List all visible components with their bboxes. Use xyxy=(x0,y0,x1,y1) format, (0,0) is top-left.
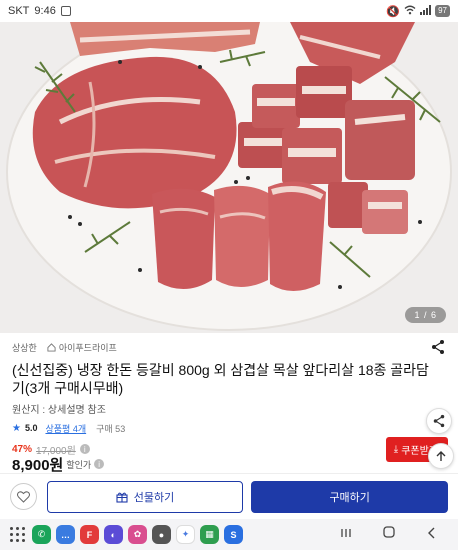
recents-icon[interactable] xyxy=(340,526,352,544)
camera-app-icon[interactable]: ● xyxy=(152,525,171,544)
rating-value: 5.0 xyxy=(24,423,38,433)
mute-icon: 🔇 xyxy=(386,5,401,18)
gallery-app-icon[interactable]: ✿ xyxy=(128,525,147,544)
system-buttons xyxy=(340,525,438,544)
scroll-top-button[interactable] xyxy=(428,443,454,469)
app-dock: ✆ … F ◐ ✿ ● ✦ ▦ S xyxy=(8,525,243,544)
flipboard-app-icon[interactable]: F xyxy=(80,525,99,544)
wifi-icon xyxy=(404,5,416,18)
product-title: (신선집중) 냉장 한돈 등갈비 800g 외 삼겹살 목살 앞다리살 18종 … xyxy=(12,362,429,396)
status-bar: SKT 9:46 🔇 97 xyxy=(0,0,458,22)
browser-app-icon[interactable]: ◐ xyxy=(104,525,123,544)
wishlist-button[interactable] xyxy=(10,483,37,510)
floating-share-button[interactable] xyxy=(426,408,452,434)
arrow-up-icon xyxy=(436,451,446,461)
star-icon: ★ xyxy=(12,422,21,434)
system-nav-bar: ✆ … F ◐ ✿ ● ✦ ▦ S xyxy=(0,519,458,550)
gift-icon xyxy=(116,492,128,503)
gift-label: 선물하기 xyxy=(133,491,175,504)
store-name: 아이푸드라이프 xyxy=(58,342,117,353)
price-note: 할인가 xyxy=(66,459,92,470)
messages-app-icon[interactable]: … xyxy=(56,525,75,544)
gift-button[interactable]: 선물하기 xyxy=(46,480,244,513)
product-image[interactable]: 1 / 6 xyxy=(0,22,458,333)
purchase-action-bar: 선물하기 구매하기 xyxy=(0,473,458,519)
brand-row: 상상한 아이푸드라이프 xyxy=(12,333,446,361)
image-pager: 1 / 6 xyxy=(405,307,446,323)
signal-icon xyxy=(420,4,432,18)
phone-app-icon[interactable]: ✆ xyxy=(32,525,51,544)
heart-icon xyxy=(16,490,30,503)
carrier-label: SKT xyxy=(8,5,30,17)
meat-platter-illustration xyxy=(0,22,458,333)
multi-app-icon[interactable]: ▦ xyxy=(200,525,219,544)
share-icon xyxy=(433,414,445,428)
coupon-download-icon: ⤓ xyxy=(393,444,399,455)
brand-link[interactable]: 상상한 xyxy=(12,341,37,354)
home-icon[interactable] xyxy=(382,525,396,544)
origin-text: 원산지 : 상세설명 참조 xyxy=(12,405,106,416)
buy-button[interactable]: 구매하기 xyxy=(251,480,448,513)
purchase-count: 구매 53 xyxy=(96,423,126,434)
rating-row: ★ 5.0 상품평 4개 구매 53 xyxy=(12,421,446,435)
notification-icon xyxy=(60,6,71,16)
sale-price: 8,900원 xyxy=(12,456,64,474)
price-info-icon[interactable]: i xyxy=(79,444,90,454)
app-drawer-icon[interactable] xyxy=(8,525,27,544)
sale-price-info-icon[interactable]: i xyxy=(94,459,105,469)
buy-label: 구매하기 xyxy=(329,491,370,504)
product-info: 상상한 아이푸드라이프 (신선집중) 냉장 한돈 등갈비 800g 외 삼겹살 … xyxy=(0,333,458,474)
store-home-icon xyxy=(47,342,56,352)
price-row: 8,900원 할인가 i xyxy=(12,455,446,474)
gemini-app-icon[interactable]: ✦ xyxy=(176,525,195,544)
discount-row: 47% 17,000원 i xyxy=(12,443,446,457)
share-icon[interactable] xyxy=(430,339,446,355)
clock: 9:46 xyxy=(34,5,56,17)
review-link[interactable]: 상품평 4개 xyxy=(45,422,86,435)
shop-app-icon[interactable]: S xyxy=(224,525,243,544)
back-icon[interactable] xyxy=(426,526,438,544)
store-link[interactable]: 아이푸드라이프 xyxy=(47,341,117,354)
battery-icon: 97 xyxy=(435,5,450,17)
